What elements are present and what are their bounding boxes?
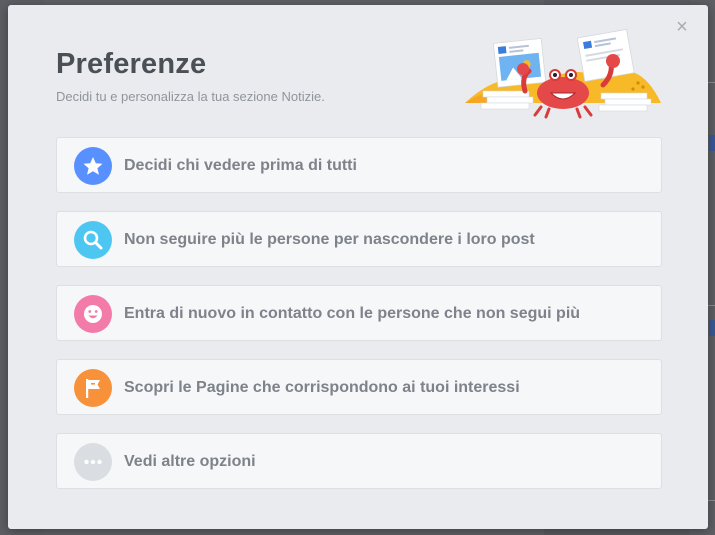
crab-illustration [465, 28, 661, 119]
background-line [708, 82, 715, 83]
preference-options: Decidi chi vedere prima di tutti Non seg… [56, 137, 662, 507]
option-label: Non seguire più le persone per nasconder… [124, 231, 535, 248]
star-icon [74, 147, 112, 185]
dialog-title: Preferenze [56, 48, 207, 80]
option-see-first[interactable]: Decidi chi vedere prima di tutti [56, 137, 662, 193]
option-reconnect[interactable]: Entra di nuovo in contatto con le person… [56, 285, 662, 341]
dialog-subtitle: Decidi tu e personalizza la tua sezione … [56, 89, 325, 104]
option-label: Vedi altre opzioni [124, 453, 256, 470]
preferences-dialog: × Preferenze Decidi tu e personalizza la… [8, 5, 708, 529]
option-label: Entra di nuovo in contatto con le person… [124, 305, 581, 322]
option-label: Scopri le Pagine che corrispondono ai tu… [124, 379, 520, 396]
smiley-icon [74, 295, 112, 333]
close-icon: × [676, 16, 688, 38]
background-line [708, 500, 715, 501]
option-label: Decidi chi vedere prima di tutti [124, 157, 357, 174]
option-more[interactable]: Vedi altre opzioni [56, 433, 662, 489]
search-icon [74, 221, 112, 259]
close-button[interactable]: × [674, 16, 690, 38]
flag-icon [74, 369, 112, 407]
background-line [708, 305, 715, 306]
background-blue-mark [709, 320, 715, 336]
more-icon [74, 443, 112, 481]
option-unfollow[interactable]: Non seguire più le persone per nasconder… [56, 211, 662, 267]
option-discover-pages[interactable]: Scopri le Pagine che corrispondono ai tu… [56, 359, 662, 415]
background-blue-mark [709, 135, 715, 151]
